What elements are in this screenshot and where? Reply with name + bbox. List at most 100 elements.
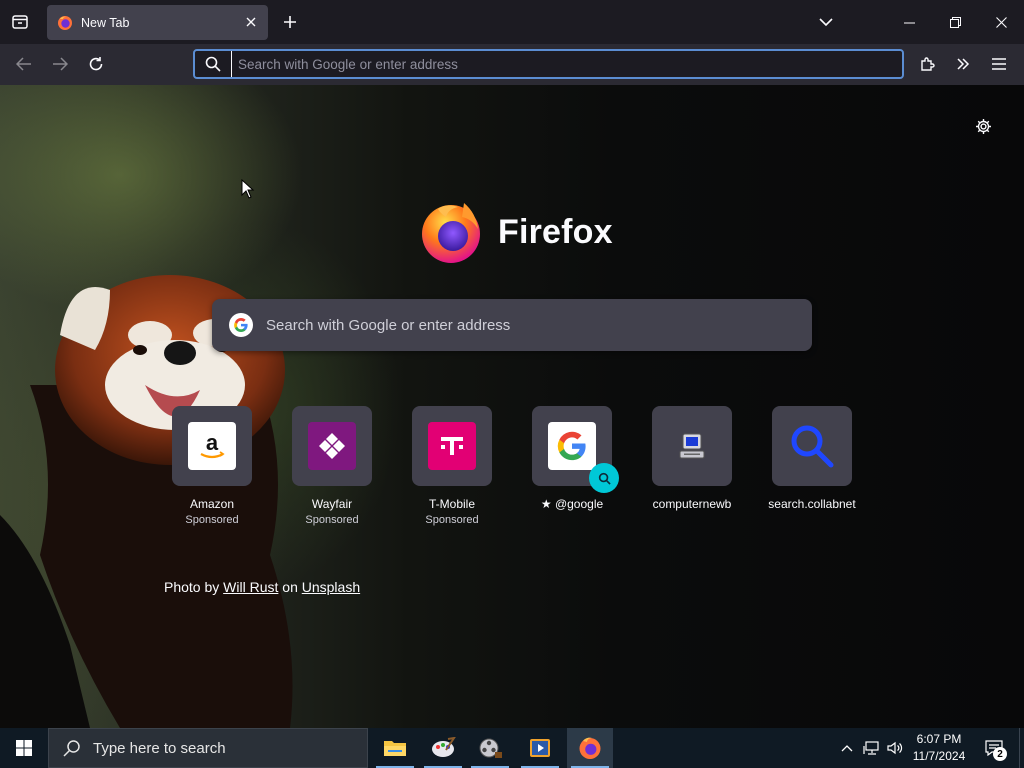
close-icon: [995, 16, 1007, 28]
new-tab-button[interactable]: [276, 7, 304, 37]
shortcut-tile[interactable]: [532, 406, 619, 493]
double-chevron-right-icon: [957, 58, 970, 70]
taskbar-paint[interactable]: [420, 728, 466, 768]
volume-button[interactable]: [884, 736, 906, 760]
photo-credit: Photo by Will Rust on Unsplash: [164, 579, 360, 595]
firefox-logo-wordmark: Firefox: [418, 199, 613, 265]
chevron-down-icon: [819, 18, 833, 27]
firefox-wordmark: Firefox: [498, 212, 613, 251]
url-bar[interactable]: [193, 49, 904, 79]
wayfair-logo-icon: [308, 422, 356, 470]
shortcut-search-collabnet[interactable]: search.collabnet: [752, 406, 872, 511]
overflow-menu-button[interactable]: [947, 48, 979, 80]
google-icon: [228, 312, 254, 338]
search-shortcut-badge-icon: [589, 463, 619, 493]
chevron-up-icon: [841, 745, 853, 752]
credit-middle: on: [282, 579, 298, 595]
tab-new-tab[interactable]: New Tab: [47, 5, 268, 40]
sponsored-label: Sponsored: [305, 514, 359, 526]
show-hidden-icons-button[interactable]: [836, 736, 858, 760]
show-desktop-button[interactable]: [1019, 728, 1024, 768]
arrow-left-icon: [16, 57, 31, 71]
network-status-button[interactable]: [860, 736, 882, 760]
shortcut-title: ★ @google: [541, 497, 603, 511]
restore-button[interactable]: [932, 0, 978, 44]
credit-prefix: Photo by: [164, 579, 220, 595]
windows-logo-icon: [16, 740, 32, 756]
minimize-icon: [903, 22, 915, 23]
shortcut-title-text: @google: [554, 497, 604, 511]
computer-icon: [668, 422, 716, 470]
shortcut-title: T-Mobile: [428, 497, 475, 511]
plus-icon: [284, 16, 296, 28]
taskbar-file-explorer[interactable]: [372, 728, 418, 768]
puzzle-icon: [921, 57, 935, 71]
url-input[interactable]: [231, 51, 902, 77]
back-button[interactable]: [8, 48, 40, 80]
close-icon: [246, 17, 256, 27]
windows-taskbar: Type here to search 6:07 PM 11/7/2024 2: [0, 728, 1024, 768]
shortcut-computernewb[interactable]: computernewb: [632, 406, 752, 511]
action-center-button[interactable]: 2: [978, 732, 1010, 764]
app-menu-button[interactable]: [983, 48, 1015, 80]
mouse-cursor-icon: [241, 179, 255, 199]
taskbar-clock[interactable]: 6:07 PM 11/7/2024: [906, 731, 972, 765]
paint-palette-icon: [432, 737, 456, 757]
firefox-logo-icon: [422, 203, 480, 263]
reload-icon: [89, 57, 103, 71]
clock-time: 6:07 PM: [916, 732, 962, 746]
shortcut-tile[interactable]: [412, 406, 492, 486]
navigation-toolbar: [0, 44, 1024, 85]
media-player-icon: [530, 739, 550, 757]
tab-title: New Tab: [81, 15, 130, 30]
extensions-button[interactable]: [912, 48, 944, 80]
photographer-link[interactable]: Will Rust: [223, 579, 278, 595]
shortcut-tile[interactable]: [772, 406, 852, 486]
firefox-favicon-icon: [58, 15, 72, 30]
shortcut-title: computernewb: [652, 497, 732, 511]
arrow-right-icon: [53, 57, 68, 71]
taskbar-media-player[interactable]: [517, 728, 563, 768]
svg-text:a: a: [206, 430, 219, 455]
start-button[interactable]: [0, 728, 48, 768]
shortcut-title: search.collabnet: [768, 497, 856, 511]
firefox-view-button[interactable]: [4, 6, 36, 38]
hamburger-icon: [992, 58, 1006, 70]
shortcut-title: Amazon: [189, 497, 235, 511]
newtab-search-input[interactable]: [254, 316, 812, 334]
film-reel-icon: [479, 738, 502, 758]
restore-icon: [949, 16, 961, 28]
taskbar-search-box[interactable]: Type here to search: [48, 728, 368, 768]
shortcut-tile[interactable]: [292, 406, 372, 486]
customize-button[interactable]: [967, 110, 999, 142]
shortcut-tile[interactable]: [652, 406, 732, 486]
sponsored-label: Sponsored: [425, 514, 479, 526]
new-tab-page: Firefox a Amazon Sponsored Wayfair Spons…: [0, 85, 1024, 728]
minimize-button[interactable]: [886, 0, 932, 44]
search-icon: [63, 740, 80, 757]
taskbar-search-placeholder: Type here to search: [93, 739, 226, 757]
shortcut-tile[interactable]: a: [172, 406, 252, 486]
forward-button[interactable]: [44, 48, 76, 80]
speaker-icon: [887, 741, 903, 755]
folder-icon: [384, 741, 406, 756]
shortcut-title: Wayfair: [311, 497, 353, 511]
shortcut-tmobile[interactable]: T-Mobile Sponsored: [392, 406, 512, 526]
taskbar-firefox[interactable]: [567, 728, 613, 768]
tab-close-button[interactable]: [242, 13, 260, 31]
notification-count-badge: 2: [993, 747, 1007, 761]
list-all-tabs-button[interactable]: [812, 8, 840, 36]
shortcut-wayfair[interactable]: Wayfair Sponsored: [272, 406, 392, 526]
google-logo-icon: [548, 422, 596, 470]
newtab-search-box[interactable]: [212, 299, 812, 351]
shortcut-google[interactable]: ★ @google: [512, 406, 632, 511]
unsplash-link[interactable]: Unsplash: [302, 579, 360, 595]
close-window-button[interactable]: [978, 0, 1024, 44]
tmobile-logo-icon: [428, 422, 476, 470]
sponsored-label: Sponsored: [185, 514, 239, 526]
tab-bar: New Tab: [0, 0, 1024, 44]
taskbar-video-app[interactable]: [467, 728, 513, 768]
shortcut-amazon[interactable]: a Amazon Sponsored: [152, 406, 272, 526]
reload-button[interactable]: [80, 48, 112, 80]
network-icon: [863, 741, 879, 755]
